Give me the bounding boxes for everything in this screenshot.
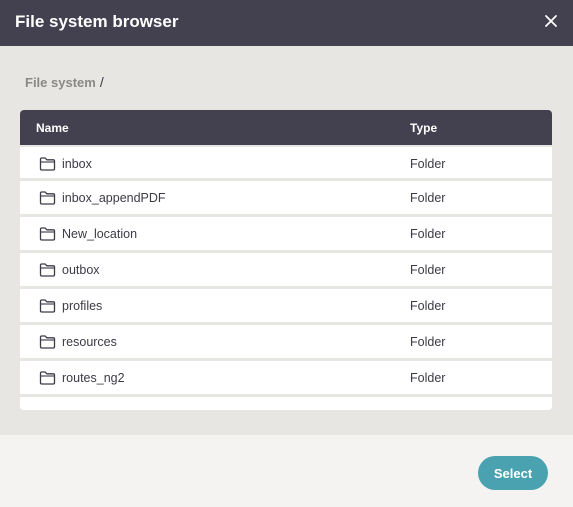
table-row-inbox[interactable]: inbox Folder <box>20 145 552 181</box>
row-type: Folder <box>410 371 446 385</box>
table-row-outbox[interactable]: outbox Folder <box>20 253 552 289</box>
row-name: profiles <box>62 299 103 313</box>
folder-icon <box>39 371 56 385</box>
close-button[interactable] <box>544 14 558 28</box>
folder-icon <box>39 263 56 277</box>
row-name: New_location <box>62 227 138 241</box>
row-name: inbox <box>62 157 92 171</box>
table-body[interactable]: inbox Folder inbox_appendPDF Folder New_… <box>20 145 552 410</box>
breadcrumb: File system / <box>25 75 104 90</box>
dialog-title: File system browser <box>15 12 179 31</box>
table-row-partial[interactable] <box>20 397 552 410</box>
folder-icon <box>39 157 56 171</box>
dialog-body: File system / Name Type inbox Folder inbo… <box>0 46 573 435</box>
table-header: Name Type <box>20 110 552 145</box>
table-row-profiles[interactable]: profiles Folder <box>20 289 552 325</box>
table-row-resources[interactable]: resources Folder <box>20 325 552 361</box>
folder-icon <box>39 191 56 205</box>
dialog-footer: Select <box>0 435 573 507</box>
select-button[interactable]: Select <box>478 456 548 490</box>
table-row-inbox-appendpdf[interactable]: inbox_appendPDF Folder <box>20 181 552 217</box>
row-type: Folder <box>410 263 446 277</box>
column-header-name[interactable]: Name <box>36 121 69 135</box>
table-row-new-location[interactable]: New_location Folder <box>20 217 552 253</box>
row-type: Folder <box>410 299 446 313</box>
breadcrumb-root[interactable]: File system <box>25 75 96 90</box>
dialog-header: File system browser <box>0 0 573 46</box>
folder-icon <box>39 299 56 313</box>
row-name: outbox <box>62 263 100 277</box>
row-type: Folder <box>410 157 446 171</box>
folder-icon <box>39 227 56 241</box>
column-header-type[interactable]: Type <box>410 121 437 135</box>
row-type: Folder <box>410 191 446 205</box>
row-type: Folder <box>410 227 446 241</box>
file-table: Name Type inbox Folder inbox_appendPDF F… <box>20 110 552 410</box>
row-type: Folder <box>410 335 446 349</box>
row-name: inbox_appendPDF <box>62 191 166 205</box>
row-name: routes_ng2 <box>62 371 125 385</box>
table-row-routes-ng2[interactable]: routes_ng2 Folder <box>20 361 552 397</box>
row-name: resources <box>62 335 117 349</box>
folder-icon <box>39 335 56 349</box>
breadcrumb-separator: / <box>99 74 104 90</box>
close-icon <box>545 15 557 27</box>
